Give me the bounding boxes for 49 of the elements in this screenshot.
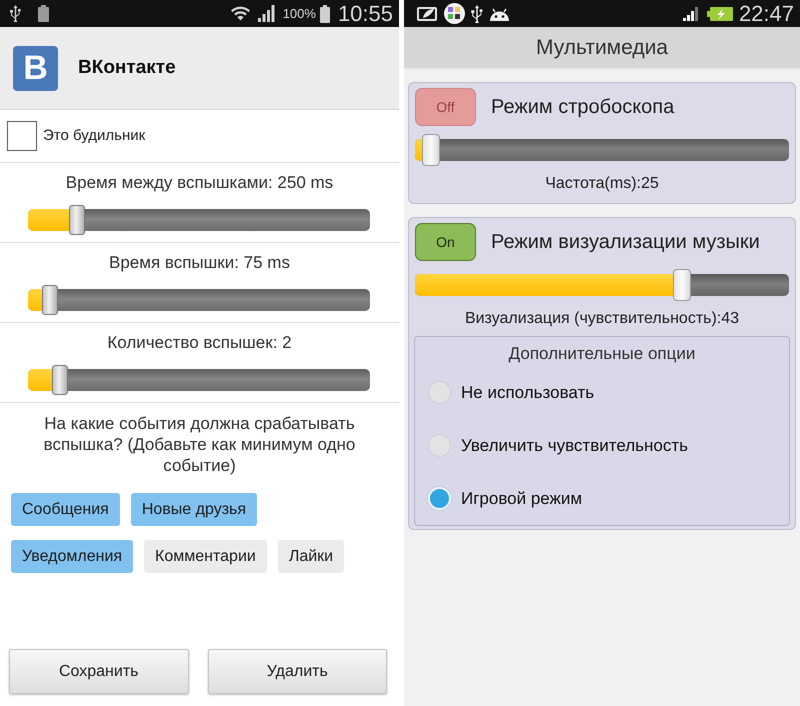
- usb-icon: [471, 4, 483, 22]
- event-toggle-button[interactable]: Лайки: [278, 540, 344, 573]
- options-title: Дополнительные опции: [508, 343, 696, 365]
- toggle-button[interactable]: On: [415, 223, 476, 261]
- question-text: На какие события должна срабатывать вспышка? (Добавьте как минимум одно событие): [42, 413, 356, 476]
- slider-thumb[interactable]: [42, 285, 58, 315]
- mode-title: Режим визуализации музыки: [491, 230, 760, 255]
- battery-icon: [320, 4, 330, 22]
- event-toggle-button[interactable]: Новые друзья: [130, 493, 258, 526]
- slider-label: Время вспышки: 75 ms: [108, 252, 291, 274]
- battery-percent: 100%: [282, 7, 316, 20]
- slider-value-label: Визуализация (чувствительность):43: [464, 309, 740, 329]
- slider-label: Количество вспышек: 2: [106, 332, 293, 354]
- save-button[interactable]: Сохранить: [9, 649, 188, 694]
- radio-label: Не использовать: [461, 382, 594, 404]
- slider-thumb[interactable]: [52, 365, 68, 395]
- wifi-icon: [230, 5, 250, 22]
- usb-icon: [10, 5, 21, 22]
- app-title: ВКонтакте: [78, 56, 176, 80]
- event-toggle-button[interactable]: Сообщения: [11, 493, 120, 526]
- app-launcher-icon: [444, 3, 465, 24]
- slider-label: Время между вспышками: 250 ms: [64, 172, 334, 194]
- picture-icon: [417, 6, 438, 22]
- event-toggle-button[interactable]: Комментарии: [144, 540, 267, 573]
- app-logo: B: [13, 46, 58, 90]
- slider-track[interactable]: [28, 289, 370, 311]
- slider-track[interactable]: [28, 209, 370, 231]
- clock-time: 22:47: [738, 2, 794, 24]
- slider-thumb[interactable]: [422, 134, 440, 166]
- radio-label: Увеличить чувствительность: [461, 434, 688, 457]
- clock-time: 10:55: [338, 2, 393, 24]
- radio-label: Игровой режим: [461, 488, 582, 510]
- event-toggle-button[interactable]: Уведомления: [11, 540, 134, 573]
- checkbox[interactable]: [7, 121, 37, 151]
- slider-track[interactable]: [415, 139, 789, 161]
- slider-track[interactable]: [28, 369, 370, 391]
- slider-thumb[interactable]: [673, 269, 692, 301]
- delete-button[interactable]: Удалить: [208, 649, 387, 694]
- slider-value-label: Частота(ms):25: [544, 174, 660, 194]
- slider-track[interactable]: [415, 274, 789, 296]
- robot-head-icon: [489, 6, 510, 20]
- screen-title: Мультимедиа: [404, 27, 800, 70]
- checkbox-label: Это будильник: [43, 126, 146, 146]
- slider-thumb[interactable]: [69, 205, 86, 235]
- signal-icon: [682, 6, 701, 21]
- battery-icon: [38, 5, 49, 22]
- signal-icon: [258, 5, 275, 22]
- mode-title: Режим стробоскопа: [491, 95, 674, 120]
- battery-charging-icon: [706, 6, 733, 20]
